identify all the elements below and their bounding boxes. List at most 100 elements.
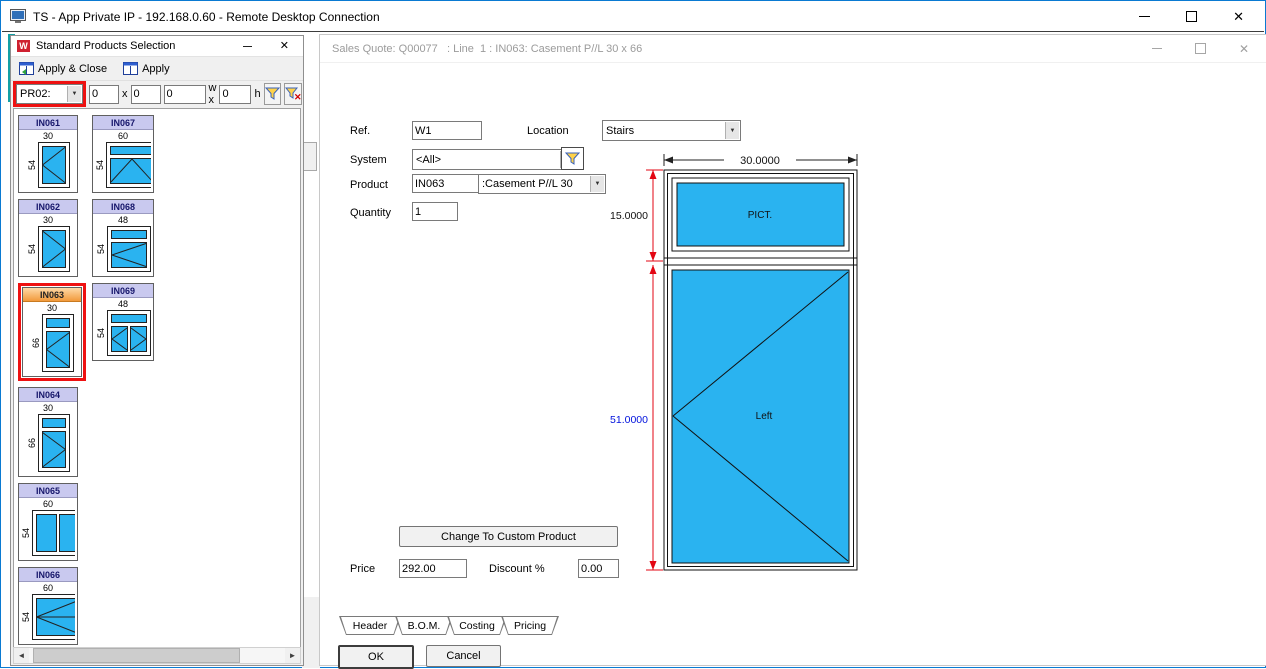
horizontal-scrollbar[interactable]: ◄ ► — [13, 647, 301, 664]
tab-header[interactable]: Header — [339, 616, 401, 635]
product-thumbnail — [32, 594, 75, 640]
quote-window-title: Sales Quote: Q00077 : Line 1 : IN063: Ca… — [332, 43, 642, 55]
width-field[interactable] — [164, 85, 206, 104]
product-code: IN062 — [19, 200, 77, 214]
top-height-dimension: 15.0000 — [610, 210, 648, 222]
chevron-down-icon[interactable]: ▼ — [725, 122, 739, 139]
x-label: x — [122, 88, 128, 100]
ok-button[interactable]: OK — [338, 645, 414, 669]
scrollbar-track[interactable] — [29, 648, 285, 663]
clear-filter-icon: ✕ — [285, 87, 301, 101]
product-width: 48 — [93, 298, 153, 310]
product-card-in066[interactable]: IN066 60 54 — [18, 567, 78, 645]
height-from-field[interactable] — [131, 85, 161, 104]
minimize-button[interactable] — [1139, 16, 1150, 17]
product-width: 60 — [93, 130, 153, 142]
product-width: 30 — [19, 402, 77, 414]
ref-label: Ref. — [350, 125, 370, 137]
product-card-in061[interactable]: IN061 30 54 — [18, 115, 78, 193]
location-label: Location — [527, 125, 569, 137]
window-drawing: 30.0000 PICT. Left — [602, 143, 892, 593]
minimize-button[interactable] — [1152, 48, 1162, 49]
quote-titlebar: Sales Quote: Q00077 : Line 1 : IN063: Ca… — [320, 35, 1266, 63]
product-width: 30 — [23, 302, 81, 314]
products-titlebar: W Standard Products Selection ✕ — [11, 36, 303, 57]
product-thumbnail — [32, 510, 75, 556]
product-thumbnail — [107, 310, 151, 356]
top-pane-label: PICT. — [748, 210, 772, 221]
filter-icon — [265, 87, 280, 101]
product-grid: IN061 30 54 IN062 30 54 — [13, 108, 301, 648]
wx-label: w x — [209, 82, 217, 106]
clear-filter-button[interactable]: ✕ — [284, 83, 302, 105]
product-height: 54 — [96, 328, 106, 338]
location-combo[interactable]: Stairs ▼ — [602, 120, 741, 141]
products-app-icon: W — [17, 40, 30, 52]
width-dimension: 30.0000 — [740, 155, 780, 167]
products-filterbar: PR02: ▼ x w x h ✕ — [11, 81, 303, 107]
product-code-field[interactable] — [412, 174, 482, 193]
product-card-in063-selected[interactable]: IN063 30 66 — [22, 287, 82, 377]
product-desc-combo[interactable]: :Casement P//L 30 ▼ — [478, 174, 606, 194]
product-card-in065[interactable]: IN065 60 54 — [18, 483, 78, 561]
close-button[interactable]: ✕ — [280, 41, 289, 52]
product-height: 66 — [31, 338, 41, 348]
bottom-height-dimension: 51.0000 — [610, 414, 648, 426]
product-height: 54 — [96, 244, 106, 254]
preset-highlight-box: PR02: ▼ — [13, 81, 86, 107]
maximize-button[interactable] — [1186, 11, 1197, 22]
product-thumbnail — [42, 314, 74, 372]
scrollbar-thumb[interactable] — [33, 648, 240, 663]
product-width: 30 — [19, 214, 77, 226]
product-thumbnail — [38, 414, 70, 472]
height-field[interactable] — [219, 85, 251, 104]
background-panel-fragment — [302, 597, 320, 668]
svg-text:✕: ✕ — [294, 92, 301, 101]
filter-button[interactable] — [264, 83, 281, 105]
tab-bom[interactable]: B.O.M. — [395, 616, 453, 635]
product-width: 60 — [19, 582, 77, 594]
close-button[interactable]: ✕ — [1239, 43, 1249, 55]
product-card-in068[interactable]: IN068 48 54 — [92, 199, 154, 277]
apply-icon — [123, 62, 138, 75]
apply-button[interactable]: Apply — [120, 60, 173, 77]
product-column: IN067 60 54 IN068 48 54 IN06 — [92, 115, 154, 361]
maximize-button[interactable] — [1195, 43, 1206, 54]
scroll-left-icon[interactable]: ◄ — [14, 648, 29, 663]
change-to-custom-button[interactable]: Change To Custom Product — [399, 526, 618, 547]
scroll-right-icon[interactable]: ► — [285, 648, 300, 663]
product-label: Product — [350, 179, 388, 191]
rdp-app-icon — [10, 9, 26, 24]
preset-combo[interactable]: PR02: ▼ — [16, 84, 83, 104]
filter-icon — [565, 152, 580, 166]
system-combo[interactable]: <All> ▼ — [412, 149, 576, 170]
close-button[interactable]: ✕ — [1233, 10, 1244, 23]
cancel-button[interactable]: Cancel — [426, 645, 501, 667]
discount-field[interactable] — [578, 559, 619, 578]
product-height: 54 — [21, 612, 31, 622]
tab-costing[interactable]: Costing — [447, 616, 507, 635]
system-label: System — [350, 154, 387, 166]
desktop-area: W Standard Products Selection ✕ Apply & … — [2, 32, 1264, 666]
product-card-in067[interactable]: IN067 60 54 — [92, 115, 154, 193]
quantity-label: Quantity — [350, 207, 391, 219]
minimize-button[interactable] — [243, 46, 252, 47]
product-code: IN064 — [19, 388, 77, 402]
product-width: 60 — [19, 498, 77, 510]
product-card-in069[interactable]: IN069 48 54 — [92, 283, 154, 361]
chevron-down-icon[interactable]: ▼ — [67, 86, 81, 102]
product-card-in064[interactable]: IN064 30 66 — [18, 387, 78, 477]
rdp-window: TS - App Private IP - 192.168.0.60 - Rem… — [0, 0, 1266, 668]
h-label: h — [254, 88, 260, 100]
quantity-field[interactable] — [412, 202, 458, 221]
product-height: 54 — [27, 244, 37, 254]
price-field[interactable] — [399, 559, 467, 578]
ref-field[interactable] — [412, 121, 482, 140]
apply-close-button[interactable]: Apply & Close — [16, 60, 110, 77]
product-width: 48 — [93, 214, 153, 226]
product-code: IN067 — [93, 116, 153, 130]
system-filter-button[interactable] — [561, 147, 584, 170]
width-from-field[interactable] — [89, 85, 119, 104]
product-card-in062[interactable]: IN062 30 54 — [18, 199, 78, 277]
tab-pricing[interactable]: Pricing — [501, 616, 559, 635]
